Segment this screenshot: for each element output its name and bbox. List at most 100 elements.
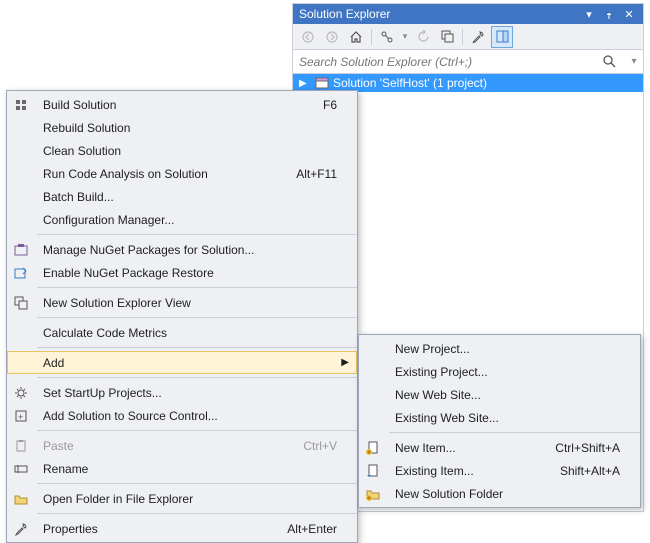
menu-item-label: Rebuild Solution xyxy=(35,121,357,135)
search-icon[interactable] xyxy=(603,55,625,68)
menu-item-label: New Solution Folder xyxy=(387,487,640,501)
menu-item-label: Add xyxy=(35,356,357,370)
refresh-icon[interactable] xyxy=(412,26,434,48)
menu-item-label: New Web Site... xyxy=(387,388,640,402)
menu-item[interactable]: Rename xyxy=(7,457,357,480)
search-bar: ▾ xyxy=(293,50,643,74)
menu-item-label: Existing Project... xyxy=(387,365,640,379)
menu-item-label: Add Solution to Source Control... xyxy=(35,409,357,423)
menu-item-label: Clean Solution xyxy=(35,144,357,158)
menu-item-label: Run Code Analysis on Solution xyxy=(35,167,296,181)
menu-separator xyxy=(37,430,357,431)
context-menu: Build SolutionF6 Rebuild Solution Clean So… xyxy=(6,90,358,543)
nav-forward-icon[interactable] xyxy=(321,26,343,48)
menu-item[interactable]: + Add Solution to Source Control... xyxy=(7,404,357,427)
menu-item-shortcut: F6 xyxy=(323,98,357,112)
menu-item[interactable]: Existing Web Site... xyxy=(359,406,640,429)
paste-icon xyxy=(7,439,35,453)
solution-explorer-toolbar: ▾ xyxy=(293,24,643,50)
menu-item[interactable]: New Solution Explorer View xyxy=(7,291,357,314)
menu-separator xyxy=(37,234,357,235)
menu-item-label: New Project... xyxy=(387,342,640,356)
menu-item-label: Manage NuGet Packages for Solution... xyxy=(35,243,357,257)
menu-item-shortcut: Ctrl+V xyxy=(303,439,357,453)
menu-item-label: Open Folder in File Explorer xyxy=(35,492,357,506)
scope-icon[interactable] xyxy=(376,26,398,48)
menu-item-label: Calculate Code Metrics xyxy=(35,326,357,340)
menu-item-shortcut: Shift+Alt+A xyxy=(560,464,640,478)
folder-icon xyxy=(7,492,35,506)
menu-separator xyxy=(37,513,357,514)
properties-icon[interactable] xyxy=(467,26,489,48)
menu-item[interactable]: Rebuild Solution xyxy=(7,116,357,139)
menu-item-label: Existing Item... xyxy=(387,464,560,478)
menu-item[interactable]: New Item...Ctrl+Shift+A xyxy=(359,436,640,459)
search-input[interactable] xyxy=(293,55,603,69)
menu-item-label: New Solution Explorer View xyxy=(35,296,357,310)
menu-item[interactable]: Calculate Code Metrics xyxy=(7,321,357,344)
search-options-icon[interactable]: ▾ xyxy=(625,56,643,67)
solution-explorer-title: Solution Explorer xyxy=(299,7,577,21)
nav-back-icon[interactable] xyxy=(297,26,319,48)
preview-icon[interactable] xyxy=(491,26,513,48)
newview-icon xyxy=(7,296,35,310)
menu-item-label: Batch Build... xyxy=(35,190,357,204)
solution-explorer-titlebar: Solution Explorer ▾ ✕ xyxy=(293,4,643,24)
menu-item[interactable]: New Web Site... xyxy=(359,383,640,406)
build-icon xyxy=(7,98,35,112)
menu-item[interactable]: Manage NuGet Packages for Solution... xyxy=(7,238,357,261)
chevron-down-icon[interactable]: ▾ xyxy=(400,26,410,48)
menu-separator xyxy=(389,432,640,433)
srcctrl-icon: + xyxy=(7,409,35,423)
newitem-icon xyxy=(359,441,387,455)
menu-item[interactable]: Existing Project... xyxy=(359,360,640,383)
menu-item-shortcut: Alt+F11 xyxy=(296,167,357,181)
existitem-icon xyxy=(359,464,387,478)
menu-separator xyxy=(37,317,357,318)
menu-separator xyxy=(37,347,357,348)
pin-icon[interactable] xyxy=(601,6,617,22)
menu-item[interactable]: PropertiesAlt+Enter xyxy=(7,517,357,540)
menu-separator xyxy=(37,483,357,484)
menu-separator xyxy=(37,287,357,288)
menu-item-shortcut: Ctrl+Shift+A xyxy=(555,441,640,455)
context-submenu: New Project... Existing Project... New Web… xyxy=(358,334,641,508)
menu-item-label: Properties xyxy=(35,522,287,536)
solution-icon xyxy=(315,76,329,90)
menu-item-label: New Item... xyxy=(387,441,555,455)
collapse-all-icon[interactable] xyxy=(436,26,458,48)
gear-icon xyxy=(7,386,35,400)
menu-item[interactable]: New Solution Folder xyxy=(359,482,640,505)
submenu-arrow-icon: ▶ xyxy=(341,357,349,368)
menu-item[interactable]: Batch Build... xyxy=(7,185,357,208)
menu-item[interactable]: Open Folder in File Explorer xyxy=(7,487,357,510)
menu-item[interactable]: Enable NuGet Package Restore xyxy=(7,261,357,284)
menu-item-label: Build Solution xyxy=(35,98,323,112)
menu-item[interactable]: Set StartUp Projects... xyxy=(7,381,357,404)
menu-item[interactable]: Add▶ xyxy=(7,351,357,374)
menu-item[interactable]: Run Code Analysis on SolutionAlt+F11 xyxy=(7,162,357,185)
menu-item[interactable]: Clean Solution xyxy=(7,139,357,162)
toolbar-separator xyxy=(371,29,372,45)
home-icon[interactable] xyxy=(345,26,367,48)
menu-item-label: Rename xyxy=(35,462,357,476)
window-menu-icon[interactable]: ▾ xyxy=(581,6,597,22)
menu-item-label: Configuration Manager... xyxy=(35,213,357,227)
close-icon[interactable]: ✕ xyxy=(621,6,637,22)
menu-item-label: Enable NuGet Package Restore xyxy=(35,266,357,280)
menu-item[interactable]: New Project... xyxy=(359,337,640,360)
menu-item[interactable]: Configuration Manager... xyxy=(7,208,357,231)
menu-item-shortcut: Alt+Enter xyxy=(287,522,357,536)
menu-item-label: Paste xyxy=(35,439,303,453)
newfolder-icon xyxy=(359,487,387,501)
menu-item-label: Set StartUp Projects... xyxy=(35,386,357,400)
menu-separator xyxy=(37,377,357,378)
menu-item[interactable]: Build SolutionF6 xyxy=(7,93,357,116)
rename-icon xyxy=(7,462,35,476)
restore-icon xyxy=(7,266,35,280)
expand-icon[interactable]: ▶ xyxy=(299,78,311,89)
menu-item[interactable]: Existing Item...Shift+Alt+A xyxy=(359,459,640,482)
svg-text:+: + xyxy=(18,412,23,422)
toolbar-separator xyxy=(462,29,463,45)
menu-item: PasteCtrl+V xyxy=(7,434,357,457)
